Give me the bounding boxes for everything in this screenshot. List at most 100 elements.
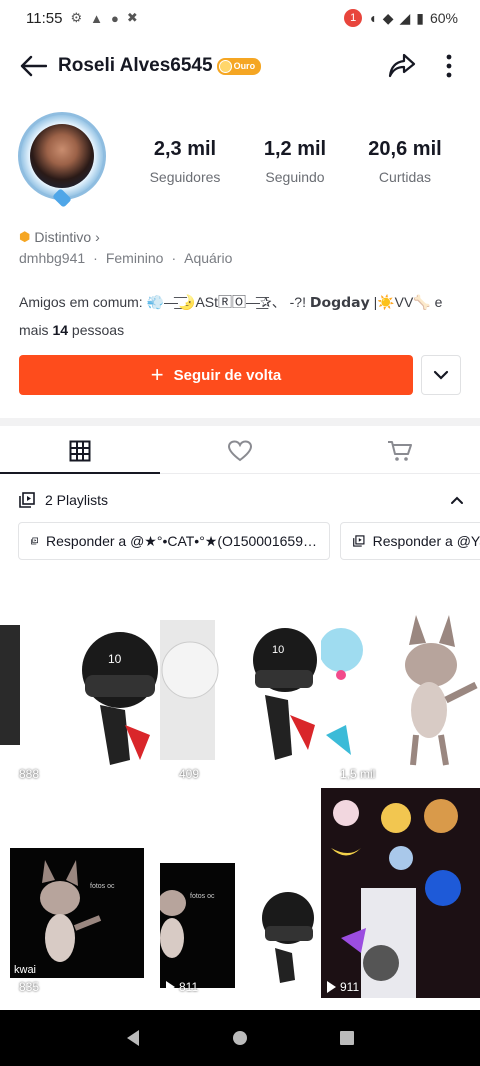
view-count-value: 409 (179, 767, 200, 781)
follow-back-label: Seguir de volta (173, 366, 282, 384)
profile-meta: dmhbg941 · Feminino · Aquário (19, 250, 232, 266)
playlist-chip[interactable]: Responder a @Ya (340, 522, 480, 560)
distintivo-link[interactable]: ⬢ Distintivo › (19, 229, 100, 245)
mutual-prefix: Amigos em comum: (19, 294, 143, 310)
video-thumbnail[interactable]: fotos oc kwai 835 (0, 788, 159, 998)
thumbnail-art (321, 788, 480, 998)
coin-icon (218, 59, 232, 73)
cart-icon (388, 440, 412, 461)
playlist-chip-label: Responder a @★°•CAT•°★(O150001659… (46, 532, 317, 549)
play-icon (6, 768, 15, 780)
chevron-right-icon: › (95, 229, 100, 245)
follow-back-button[interactable]: + Seguir de volta (19, 355, 413, 395)
mutual-more-count: 14 (52, 322, 69, 338)
stat-value: 2,3 mil (153, 138, 217, 160)
suggestions-dropdown-button[interactable] (421, 355, 461, 395)
view-count: 888 (6, 767, 39, 781)
stat-label: Seguindo (265, 169, 325, 185)
video-thumbnail[interactable]: 911 (321, 788, 480, 998)
nav-recents-icon[interactable] (337, 1028, 357, 1048)
back-arrow-icon[interactable] (16, 49, 50, 83)
video-grid: 10 888 10 409 1,5 mil fotos oc kwai 835 … (0, 575, 480, 1010)
profile-name: Roseli Alves6545 (58, 55, 213, 76)
play-icon (327, 768, 336, 780)
thumbnail-art: 10 (0, 575, 159, 785)
play-icon (6, 981, 15, 993)
video-thumbnail[interactable]: 10 888 (0, 575, 159, 785)
mutual-friends[interactable]: Amigos em comum: 💨—͟͞🌛ASt🅁🄾—͟͞✰、 -?! 𝗗𝗼𝗴… (19, 288, 459, 344)
ouro-badge[interactable]: Ouro (216, 57, 262, 75)
follow-actions: + Seguir de volta (19, 355, 461, 395)
svg-text:10: 10 (108, 652, 122, 666)
section-divider (0, 418, 480, 426)
distintivo-label: Distintivo (34, 229, 92, 245)
chevron-down-icon (433, 370, 449, 380)
grid-icon (69, 440, 91, 461)
tab-liked[interactable] (160, 428, 320, 473)
thumbnail-art: fotos oc (160, 788, 320, 998)
svg-text:fotos oc: fotos oc (90, 883, 115, 890)
battery-icon: ▮ (416, 9, 424, 26)
avatar-photo (30, 124, 94, 188)
view-count-value: 911 (340, 980, 360, 994)
view-count: 1,5 mil (327, 767, 375, 781)
stat-label: Seguidores (149, 169, 221, 185)
play-icon (327, 981, 336, 993)
view-count: 409 (166, 767, 199, 781)
playlist-list: Responder a @★°•CAT•°★(O150001659… Respo… (18, 522, 480, 562)
nav-back-icon[interactable] (123, 1028, 143, 1048)
svg-text:fotos oc: fotos oc (190, 893, 215, 900)
tab-videos[interactable] (0, 428, 160, 474)
separator: · (171, 250, 177, 266)
alert-icon: ● (110, 10, 119, 26)
svg-text:10: 10 (272, 644, 284, 656)
thumbnail-art (321, 575, 480, 785)
chevron-up-icon[interactable] (450, 496, 464, 505)
gender: Feminino (105, 250, 164, 266)
thumbnail-art: 10 (160, 575, 320, 785)
view-count: 911 (327, 980, 359, 994)
video-thumbnail[interactable]: 10 409 (160, 575, 320, 785)
notification-badge: 1 (344, 9, 363, 27)
playlists-count: 2 Playlists (45, 492, 109, 508)
stat-followers[interactable]: 2,3 mil Seguidores (130, 138, 240, 185)
username: dmhbg941 (19, 250, 86, 266)
stat-label: Curtidas (378, 169, 432, 185)
plus-icon: + (150, 362, 164, 387)
separator: · (93, 250, 98, 266)
playlist-chip-label: Responder a @Ya (372, 533, 480, 549)
status-bar: 11:55 ⚙ ▲ ● ✖ 1 ◖ ◆ ◢ ▮ 60% (0, 0, 480, 36)
view-count-value: 811 (179, 980, 199, 994)
share-icon[interactable] (384, 48, 420, 84)
ouro-badge-label: Ouro (233, 61, 256, 71)
mutual-more-prefix: mais (19, 322, 49, 338)
profile-stats: 2,3 mil Seguidores 1,2 mil Seguindo 20,6… (130, 138, 460, 185)
wifi-icon: ◆ (382, 9, 394, 26)
badge-icon: ⬢ (19, 229, 31, 244)
heart-icon (227, 439, 253, 461)
app-icon: ✖ (126, 10, 138, 25)
play-icon (166, 981, 175, 993)
video-thumbnail[interactable]: 1,5 mil (321, 575, 480, 785)
mute-icon: ◖ (368, 10, 377, 26)
view-count: 811 (166, 980, 198, 994)
playlists-header[interactable]: 2 Playlists (19, 488, 464, 512)
stat-likes[interactable]: 20,6 mil Curtidas (350, 138, 460, 185)
gear-icon: ⚙ (70, 10, 83, 25)
battery-level: 60% (429, 10, 458, 26)
play-icon (166, 768, 175, 780)
warning-icon: ▲ (90, 10, 103, 26)
video-thumbnail[interactable]: fotos oc 811 (160, 788, 320, 998)
playlist-icon (353, 535, 365, 547)
content-tabs (0, 428, 480, 474)
more-options-icon[interactable] (434, 48, 464, 84)
view-count: 835 (6, 980, 39, 994)
tab-shop[interactable] (320, 428, 480, 473)
top-bar: Roseli Alves6545 Ouro (0, 40, 480, 92)
stat-following[interactable]: 1,2 mil Seguindo (240, 138, 350, 185)
nav-home-icon[interactable] (230, 1028, 250, 1048)
playlist-chip[interactable]: Responder a @★°•CAT•°★(O150001659… (18, 522, 330, 560)
avatar[interactable] (18, 112, 110, 208)
signal-icon: ◢ (399, 9, 411, 26)
status-time: 11:55 (26, 9, 63, 27)
